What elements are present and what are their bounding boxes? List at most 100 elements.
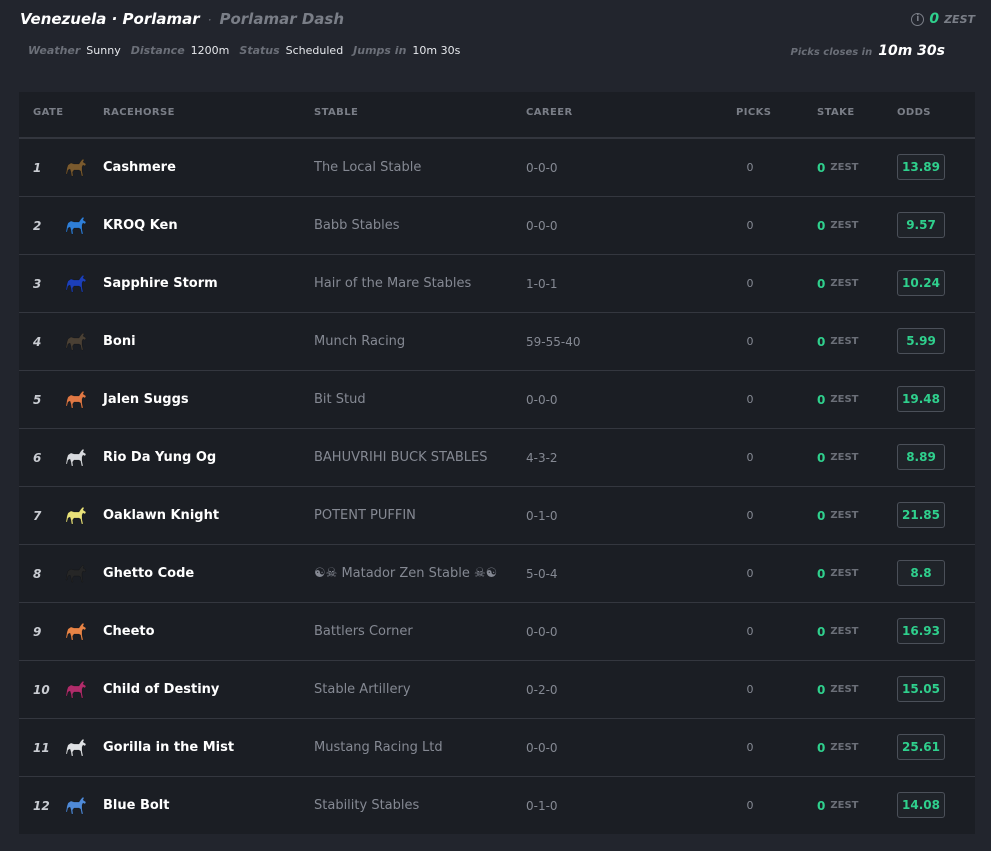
balance-currency: ZEST (944, 12, 975, 26)
career-record: 1-0-1 (526, 276, 558, 291)
career-record: 0-0-0 (526, 218, 558, 233)
stable-name[interactable]: Bit Stud (314, 371, 366, 428)
picks-count: 0 (746, 625, 754, 638)
stake-currency: ZEST (830, 742, 859, 753)
odds-button[interactable]: 19.48 (897, 386, 945, 412)
horse-silhouette-icon (65, 332, 87, 350)
picks-count: 0 (746, 277, 754, 290)
picks-count: 0 (746, 451, 754, 464)
odds-button[interactable]: 21.85 (897, 502, 945, 528)
table-row[interactable]: 8 Ghetto Code ☯☠ Matador Zen Stable ☠☯ 5… (19, 545, 975, 603)
horse-silhouette-icon (65, 506, 87, 524)
stake-amount: 0 ZEST (817, 371, 858, 428)
weather-value: Sunny (86, 44, 121, 57)
stake-amount: 0 ZEST (817, 255, 858, 312)
horse-name[interactable]: KROQ Ken (103, 197, 178, 254)
horse-name[interactable]: Jalen Suggs (103, 371, 189, 428)
stable-name[interactable]: Battlers Corner (314, 603, 413, 660)
horse-silhouette-icon (65, 796, 87, 814)
odds-button[interactable]: 9.57 (897, 212, 945, 238)
gate-number: 7 (33, 508, 42, 523)
stake-value: 0 (817, 624, 826, 639)
table-row[interactable]: 12 Blue Bolt Stability Stables 0-1-0 0 0… (19, 777, 975, 834)
table-row[interactable]: 6 Rio Da Yung Og BAHUVRIHI BUCK STABLES … (19, 429, 975, 487)
table-row[interactable]: 4 Boni Munch Racing 59-55-40 0 0 ZEST 5.… (19, 313, 975, 371)
odds-button[interactable]: 15.05 (897, 676, 945, 702)
stake-currency: ZEST (830, 220, 859, 231)
stable-name[interactable]: Munch Racing (314, 313, 405, 370)
status-value: Scheduled (285, 44, 344, 57)
picks-count: 0 (746, 161, 754, 174)
table-row[interactable]: 2 KROQ Ken Babb Stables 0-0-0 0 0 ZEST 9… (19, 197, 975, 255)
stake-currency: ZEST (830, 800, 859, 811)
stable-name[interactable]: BAHUVRIHI BUCK STABLES (314, 429, 487, 486)
info-icon[interactable]: i (911, 12, 925, 26)
table-row[interactable]: 7 Oaklawn Knight POTENT PUFFIN 0-1-0 0 0… (19, 487, 975, 545)
stake-amount: 0 ZEST (817, 487, 858, 544)
balance-display: i 0 ZEST (911, 11, 975, 27)
table-row[interactable]: 1 Cashmere The Local Stable 0-0-0 0 0 ZE… (19, 139, 975, 197)
horse-silhouette-icon (65, 390, 87, 408)
odds-button[interactable]: 14.08 (897, 792, 945, 818)
stake-amount: 0 ZEST (817, 603, 858, 660)
career-record: 0-0-0 (526, 160, 558, 175)
stable-name[interactable]: Babb Stables (314, 197, 399, 254)
stake-currency: ZEST (830, 510, 859, 521)
table-row[interactable]: 5 Jalen Suggs Bit Stud 0-0-0 0 0 ZEST 19… (19, 371, 975, 429)
horse-name[interactable]: Rio Da Yung Og (103, 429, 216, 486)
stable-name[interactable]: The Local Stable (314, 139, 421, 196)
horse-name[interactable]: Sapphire Storm (103, 255, 218, 312)
horse-name[interactable]: Cheeto (103, 603, 155, 660)
table-header: GATE RACEHORSE STABLE CAREER PICKS STAKE… (19, 92, 975, 139)
odds-button[interactable]: 8.8 (897, 560, 945, 586)
column-picks: PICKS (736, 107, 772, 118)
gate-number: 10 (33, 682, 50, 697)
stake-currency: ZEST (830, 684, 859, 695)
stable-name[interactable]: POTENT PUFFIN (314, 487, 416, 544)
horse-icon (65, 487, 87, 544)
horse-name[interactable]: Cashmere (103, 139, 176, 196)
table-row[interactable]: 9 Cheeto Battlers Corner 0-0-0 0 0 ZEST … (19, 603, 975, 661)
horse-name[interactable]: Blue Bolt (103, 777, 169, 834)
horse-silhouette-icon (65, 448, 87, 466)
stake-amount: 0 ZEST (817, 661, 858, 718)
horse-name[interactable]: Ghetto Code (103, 545, 194, 602)
career-record: 59-55-40 (526, 334, 581, 349)
odds-button[interactable]: 5.99 (897, 328, 945, 354)
stable-name[interactable]: Stable Artillery (314, 661, 411, 718)
stake-value: 0 (817, 276, 826, 291)
stake-currency: ZEST (830, 278, 859, 289)
stake-value: 0 (817, 508, 826, 523)
stake-currency: ZEST (830, 336, 859, 347)
odds-button[interactable]: 25.61 (897, 734, 945, 760)
stable-name[interactable]: Hair of the Mare Stables (314, 255, 471, 312)
stake-value: 0 (817, 740, 826, 755)
horse-name[interactable]: Oaklawn Knight (103, 487, 219, 544)
career-record: 0-0-0 (526, 624, 558, 639)
career-record: 0-0-0 (526, 740, 558, 755)
horse-name[interactable]: Gorilla in the Mist (103, 719, 234, 776)
column-career: CAREER (526, 107, 573, 118)
picks-count: 0 (746, 219, 754, 232)
column-racehorse: RACEHORSE (103, 107, 175, 118)
stake-amount: 0 ZEST (817, 719, 858, 776)
odds-button[interactable]: 16.93 (897, 618, 945, 644)
odds-button[interactable]: 13.89 (897, 154, 945, 180)
picks-count: 0 (746, 567, 754, 580)
race-name: Porlamar Dash (219, 10, 344, 28)
odds-button[interactable]: 10.24 (897, 270, 945, 296)
horse-name[interactable]: Boni (103, 313, 136, 370)
table-row[interactable]: 10 Child of Destiny Stable Artillery 0-2… (19, 661, 975, 719)
table-row[interactable]: 3 Sapphire Storm Hair of the Mare Stable… (19, 255, 975, 313)
gate-number: 8 (33, 566, 42, 581)
column-stake: STAKE (817, 107, 855, 118)
horse-silhouette-icon (65, 158, 87, 176)
stable-name[interactable]: Mustang Racing Ltd (314, 719, 443, 776)
stable-name[interactable]: ☯☠ Matador Zen Stable ☠☯ (314, 545, 497, 602)
title-separator: · (207, 13, 212, 27)
stable-name[interactable]: Stability Stables (314, 777, 419, 834)
horse-name[interactable]: Child of Destiny (103, 661, 219, 718)
odds-button[interactable]: 8.89 (897, 444, 945, 470)
horse-icon (65, 429, 87, 486)
table-row[interactable]: 11 Gorilla in the Mist Mustang Racing Lt… (19, 719, 975, 777)
